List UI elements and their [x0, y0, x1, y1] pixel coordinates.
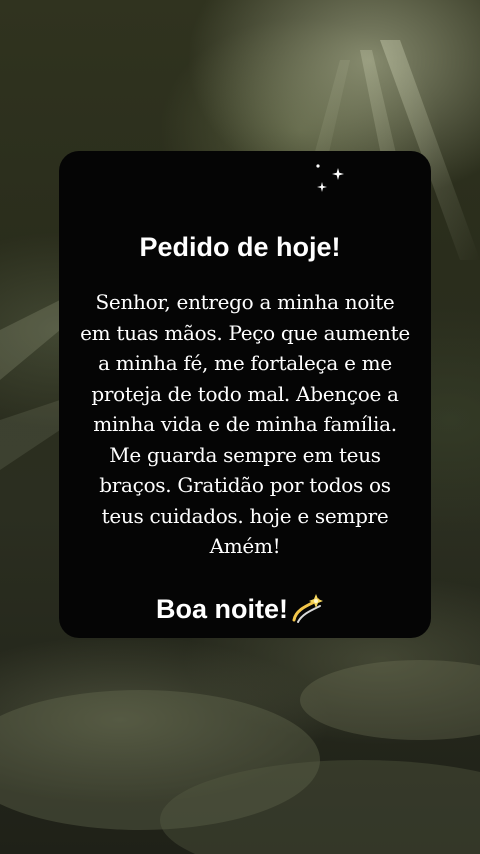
dizzy-emoji-icon: [292, 594, 323, 623]
prayer-message: Senhor, entrego a minha noite em tuas mã…: [80, 290, 410, 558]
closing-text: Boa noite!: [156, 594, 288, 624]
card-title: Pedido de hoje!: [139, 232, 341, 262]
closing-line: Boa noite!: [0, 591, 480, 627]
sparkle-stars-icon: [316, 164, 344, 192]
